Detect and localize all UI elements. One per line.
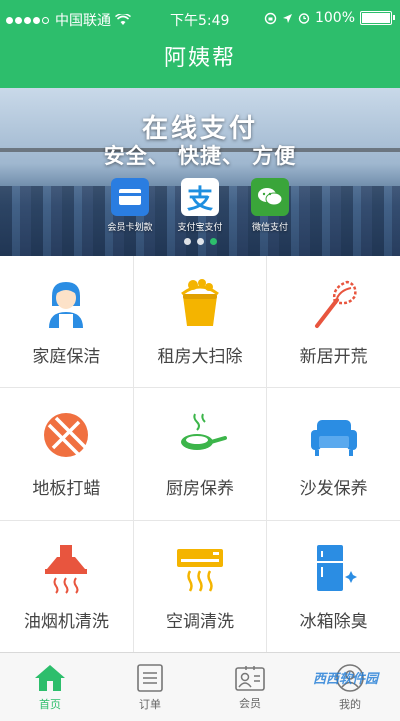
service-fridge[interactable]: 冰箱除臭 <box>267 520 400 652</box>
fridge-icon <box>307 541 361 595</box>
status-time: 下午5:49 <box>170 13 230 29</box>
home-icon <box>35 664 65 691</box>
banner-subtitle: 安全、 快捷、 方便 <box>103 144 297 168</box>
tab-profile[interactable]: 我的 <box>300 653 400 721</box>
tab-label: 我的 <box>339 697 361 711</box>
service-floor-wax[interactable]: 地板打蜡 <box>0 388 133 520</box>
payment-methods: 会员卡划款 支 支付宝支付 微信支付 <box>95 178 305 233</box>
wechat-icon <box>251 178 289 216</box>
promo-banner[interactable]: 在线支付 安全、 快捷、 方便 会员卡划款 支 支付宝支付 微信支付 <box>0 88 400 256</box>
signal-strength-icon <box>6 12 51 28</box>
payment-label: 微信支付 <box>251 223 288 233</box>
housekeeper-icon <box>39 276 93 330</box>
floor-wax-icon <box>39 408 93 462</box>
member-icon <box>235 665 265 691</box>
page-title: 阿姨帮 <box>163 46 236 71</box>
tab-label: 订单 <box>139 697 161 711</box>
service-label: 冰箱除臭 <box>299 611 368 632</box>
pager-dot-active[interactable] <box>209 238 217 245</box>
range-hood-icon <box>39 541 93 595</box>
feather-duster-icon <box>307 276 361 330</box>
carrier-name: 中国联通 <box>55 13 111 29</box>
status-right: 100% <box>264 10 395 26</box>
service-label: 地板打蜡 <box>32 479 101 500</box>
cleaning-bucket-icon <box>173 276 227 330</box>
payment-alipay: 支 支付宝支付 <box>165 178 235 233</box>
service-label: 空调清洗 <box>165 611 234 632</box>
card-icon <box>111 178 149 216</box>
location-icon <box>282 13 292 23</box>
alipay-icon: 支 <box>181 178 219 216</box>
service-label: 厨房保养 <box>165 479 234 500</box>
payment-label: 支付宝支付 <box>177 223 223 233</box>
service-label: 租房大扫除 <box>157 347 243 368</box>
service-new-home[interactable]: 新居开荒 <box>267 256 400 388</box>
battery-icon <box>360 11 395 25</box>
payment-member-card: 会员卡划款 <box>95 178 165 233</box>
service-home-cleaning[interactable]: 家庭保洁 <box>0 256 133 388</box>
service-rental-cleaning[interactable]: 租房大扫除 <box>133 256 267 388</box>
battery-percent: 100% <box>314 10 355 26</box>
tab-label: 首页 <box>39 697 61 711</box>
service-label: 新居开荒 <box>299 347 368 368</box>
order-icon <box>137 663 163 692</box>
alarm-icon <box>298 13 310 24</box>
service-range-hood[interactable]: 油烟机清洗 <box>0 520 133 652</box>
watermark-logo: 西西软件园 <box>312 672 378 687</box>
air-conditioner-icon <box>173 541 227 595</box>
sofa-icon <box>307 408 361 462</box>
pager-dot[interactable] <box>183 238 191 245</box>
pager-dot[interactable] <box>196 238 204 245</box>
service-air-conditioner[interactable]: 空调清洗 <box>133 520 267 652</box>
frying-pan-icon <box>173 408 227 462</box>
payment-wechat: 微信支付 <box>235 178 305 233</box>
tab-member[interactable]: 会员 <box>200 653 300 721</box>
service-label: 沙发保养 <box>299 479 368 500</box>
carrier-signal: 中国联通 <box>6 10 131 30</box>
rotation-lock-icon <box>264 12 277 24</box>
tab-home[interactable]: 首页 <box>0 653 100 721</box>
service-label: 油烟机清洗 <box>23 611 109 632</box>
tab-orders[interactable]: 订单 <box>100 653 200 721</box>
service-label: 家庭保洁 <box>32 347 101 368</box>
status-bar: 中国联通 下午5:49 100% <box>0 0 400 38</box>
service-kitchen[interactable]: 厨房保养 <box>133 388 267 520</box>
payment-label: 会员卡划款 <box>107 223 153 233</box>
wifi-icon <box>115 14 131 25</box>
nav-bar: 阿姨帮 <box>0 38 400 88</box>
service-sofa[interactable]: 沙发保养 <box>267 388 400 520</box>
banner-pager[interactable] <box>0 238 400 245</box>
services-grid: 家庭保洁 租房大扫除 新居开荒 地板打蜡 厨房保养 沙发保养 油烟机清洗 空调清… <box>0 256 400 652</box>
tab-label: 会员 <box>239 696 261 710</box>
